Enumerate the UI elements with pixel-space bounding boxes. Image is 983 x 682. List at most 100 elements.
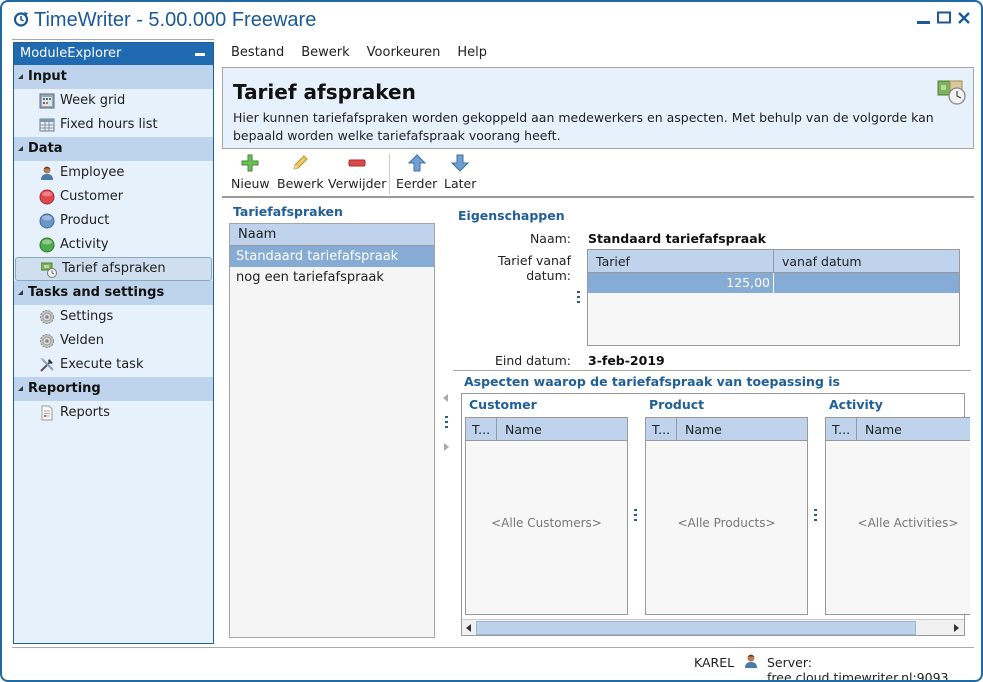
column-header-vanaf-datum[interactable]: vanaf datum [774,250,959,272]
splitter-left-arrow-icon[interactable] [443,394,448,402]
aspects-panel: Customer T... Name <Alle Customers> Produ… [461,393,970,636]
new-button[interactable]: Nieuw [231,154,270,191]
new-label: Nieuw [231,176,270,191]
aspect-title: Customer [469,397,537,412]
sidebar-item-week-grid[interactable]: Week grid [14,89,213,113]
rate-grid-header: Tarief vanaf datum [588,250,959,273]
sidebar-item-label: Product [60,213,110,228]
column-header-type[interactable]: T... [826,418,857,440]
sidebar-item-label: Execute task [60,357,144,372]
pencil-icon [293,155,308,170]
column-header-name[interactable]: Name [497,418,542,440]
menu-help[interactable]: Help [457,45,487,63]
sidebar-item-label: Reports [60,405,110,420]
group-label: Tasks and settings [28,285,165,300]
menu-bestand[interactable]: Bestand [231,45,284,63]
rate-cell-vanaf[interactable] [774,273,959,293]
group-label: Reporting [28,381,101,396]
column-header-name[interactable]: Name [677,418,722,440]
collapse-icon[interactable] [195,53,205,56]
column-header-name[interactable]: Name [857,418,902,440]
scroll-left-arrow-icon[interactable] [466,624,471,632]
arrow-down-icon [451,154,470,172]
list-item[interactable]: nog een tariefafspraak [230,267,434,288]
gear-icon [40,334,54,348]
column-header-naam[interactable]: Naam [230,224,434,246]
sidebar-item-reports[interactable]: Reports [14,401,213,425]
minus-icon [348,159,366,167]
sidebar-item-product[interactable]: Product [14,209,213,233]
expand-triangle-icon [18,290,23,295]
minimize-icon[interactable] [916,10,932,26]
empty-placeholder: <Alle Products> [677,516,776,530]
sidebar-item-employee[interactable]: Employee [14,161,213,185]
calendar-icon [39,93,55,109]
money-clock-icon [41,262,57,278]
red-circle-icon [39,189,55,205]
sidebar-item-label: Velden [60,333,104,348]
menu-voorkeuren[interactable]: Voorkeuren [367,45,441,63]
app-logo-icon [13,12,29,27]
title-separator [12,39,214,40]
expand-triangle-icon [18,74,23,79]
toolbar-separator [389,154,390,194]
sidebar-item-settings[interactable]: Settings [14,305,213,329]
arrow-up-icon [407,154,426,172]
plus-icon [241,154,259,172]
sidebar-item-tarief-afspraken[interactable]: Tarief afspraken [15,257,212,281]
rate-cell-tarief[interactable]: 125,00 [588,273,774,293]
close-icon[interactable] [956,10,972,26]
splitter-handle[interactable] [577,291,580,305]
module-explorer-header: ModuleExplorer [14,43,213,65]
column-header-type[interactable]: T... [466,418,497,440]
aspects-title: Aspecten waarop de tariefafspraak van to… [464,374,840,389]
maximize-icon[interactable] [936,10,952,26]
sidebar-item-execute-task[interactable]: Execute task [14,353,213,377]
list-item[interactable]: Standaard tariefafspraak [230,246,434,267]
status-separator [12,647,974,648]
later-button[interactable]: Later [444,154,476,191]
edit-button[interactable]: Bewerk [277,154,324,191]
app-window: TimeWriter - 5.00.000 Freeware ModuleExp… [0,0,983,682]
earlier-button[interactable]: Eerder [396,154,437,191]
horizontal-scrollbar[interactable] [462,619,964,635]
expand-triangle-icon [18,146,23,151]
delete-label: Verwijder [328,176,387,191]
scroll-right-arrow-icon[interactable] [954,624,959,632]
page-header: Tarief afspraken Hier kunnen tariefafspr… [222,67,974,149]
delete-button[interactable]: Verwijder [328,154,386,191]
menu-bewerk[interactable]: Bewerk [301,45,349,63]
splitter-handle[interactable] [445,416,448,430]
earlier-label: Eerder [396,176,438,191]
blue-circle-icon [39,213,55,229]
splitter-handle[interactable] [814,509,817,523]
sidebar-group-data[interactable]: Data [14,137,213,161]
group-label: Data [28,141,63,156]
column-header-type[interactable]: T... [646,418,677,440]
splitter-right-arrow-icon[interactable] [444,443,449,451]
later-label: Later [444,176,477,191]
table-icon [39,118,55,132]
aspect-title: Product [649,397,705,412]
module-explorer: ModuleExplorer Input Week grid Fixed hou… [13,42,214,644]
aspect-title: Activity [829,397,883,412]
sidebar-item-label: Activity [60,237,109,252]
rate-row[interactable]: 125,00 [588,273,959,293]
properties-title: Eigenschappen [458,208,565,223]
column-header-tarief[interactable]: Tarief [588,250,774,272]
menu-bar: Bestand Bewerk Voorkeuren Help [231,45,504,63]
scrollbar-thumb[interactable] [476,621,916,635]
sidebar-group-reporting[interactable]: Reporting [14,377,213,401]
status-server: Server: free.cloud.timewriter.nl:9093 [767,655,949,682]
module-explorer-title: ModuleExplorer [20,46,122,61]
sidebar-group-tasks-and-settings[interactable]: Tasks and settings [14,281,213,305]
splitter-handle[interactable] [634,509,637,523]
name-value: Standaard tariefafspraak [588,231,766,246]
sidebar-item-activity[interactable]: Activity [14,233,213,257]
sidebar-item-customer[interactable]: Customer [14,185,213,209]
sidebar-item-fixed-hours-list[interactable]: Fixed hours list [14,113,213,137]
edit-label: Bewerk [277,176,324,191]
sidebar-group-input[interactable]: Input [14,65,213,89]
sidebar-item-velden[interactable]: Velden [14,329,213,353]
money-clock-icon [937,80,966,105]
